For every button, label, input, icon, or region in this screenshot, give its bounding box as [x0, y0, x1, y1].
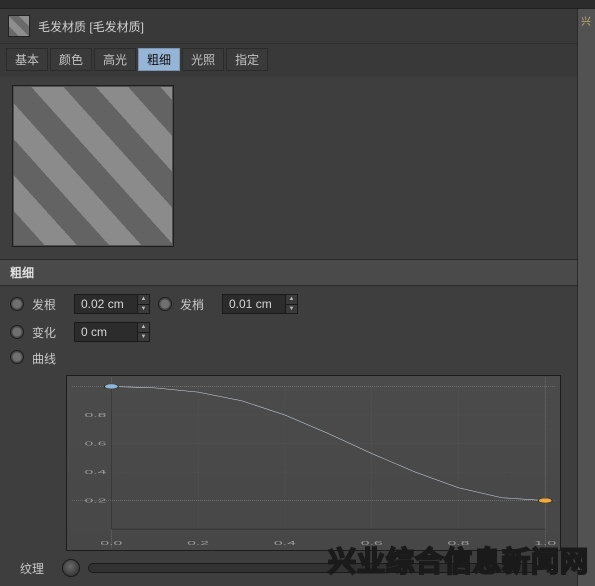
radio-variation[interactable] [10, 325, 24, 339]
window-top-bar [0, 0, 595, 9]
row-curve: 曲线 [10, 350, 567, 367]
section-title-thickness: 粗细 [0, 259, 577, 286]
svg-text:0.0: 0.0 [100, 540, 122, 547]
svg-text:0.8: 0.8 [447, 540, 469, 547]
texture-slot-icon[interactable] [62, 559, 80, 577]
radio-tip[interactable] [158, 297, 172, 311]
curve-editor[interactable]: 0.0 0.2 0.4 0.6 0.8 1.0 0.2 0.4 0.6 0.8 [66, 375, 561, 551]
tab-color[interactable]: 颜色 [50, 48, 92, 71]
input-root[interactable]: 0.02 cm ▲▼ [74, 294, 150, 314]
texture-dropdown-icon[interactable]: ▶ [545, 563, 557, 574]
svg-text:0.8: 0.8 [85, 412, 107, 419]
svg-text:0.4: 0.4 [274, 540, 296, 547]
right-dock-strip[interactable]: 兴 [577, 9, 595, 586]
svg-text:1.0: 1.0 [534, 540, 556, 547]
tab-specular[interactable]: 高光 [94, 48, 136, 71]
spinner-root[interactable]: ▲▼ [137, 295, 149, 313]
dock-tab[interactable]: 兴 [578, 9, 595, 32]
svg-text:0.2: 0.2 [187, 540, 209, 547]
preview-area [0, 77, 577, 259]
svg-text:0.6: 0.6 [361, 540, 383, 547]
input-tip[interactable]: 0.01 cm ▲▼ [222, 294, 298, 314]
tab-thickness[interactable]: 粗细 [138, 48, 180, 71]
label-root: 发根 [32, 296, 66, 313]
channel-tabs: 基本 颜色 高光 粗细 光照 指定 [0, 44, 577, 77]
spinner-up-icon: ▲ [138, 295, 149, 305]
spinner-down-icon: ▼ [286, 305, 297, 314]
label-tip: 发梢 [180, 296, 214, 313]
row-root-tip: 发根 0.02 cm ▲▼ 发梢 0.01 cm ▲▼ [10, 294, 567, 314]
radio-curve[interactable] [10, 350, 24, 364]
label-texture: 纹理 [20, 560, 54, 577]
label-variation: 变化 [32, 324, 66, 341]
svg-text:0.2: 0.2 [85, 497, 107, 504]
tab-lighting[interactable]: 光照 [182, 48, 224, 71]
material-editor: 毛发材质 [毛发材质] 基本 颜色 高光 粗细 光照 指定 粗细 发根 0.02… [0, 9, 577, 586]
svg-text:0.6: 0.6 [85, 440, 107, 447]
label-curve: 曲线 [32, 350, 66, 367]
spinner-tip[interactable]: ▲▼ [285, 295, 297, 313]
material-header: 毛发材质 [毛发材质] [0, 9, 577, 44]
spinner-up-icon: ▲ [286, 295, 297, 305]
spinner-down-icon: ▼ [138, 305, 149, 314]
input-variation[interactable]: 0 cm ▲▼ [74, 322, 150, 342]
thickness-params: 发根 0.02 cm ▲▼ 发梢 0.01 cm ▲▼ 变化 0 cm ▲▼ 曲… [0, 286, 577, 585]
material-swatch-icon[interactable] [8, 15, 30, 37]
row-variation: 变化 0 cm ▲▼ [10, 322, 567, 342]
spinner-variation[interactable]: ▲▼ [137, 323, 149, 341]
spinner-up-icon: ▲ [138, 323, 149, 333]
radio-root[interactable] [10, 297, 24, 311]
tab-assign[interactable]: 指定 [226, 48, 268, 71]
row-texture: 纹理 ▶ [10, 551, 567, 577]
svg-text:0.4: 0.4 [85, 469, 107, 476]
input-variation-value[interactable]: 0 cm [75, 323, 137, 341]
input-tip-value[interactable]: 0.01 cm [223, 295, 285, 313]
material-preview[interactable] [12, 85, 174, 247]
input-root-value[interactable]: 0.02 cm [75, 295, 137, 313]
top-icon [561, 0, 575, 8]
texture-bar[interactable] [88, 563, 537, 573]
curve-svg[interactable]: 0.0 0.2 0.4 0.6 0.8 1.0 0.2 0.4 0.6 0.8 [67, 376, 560, 550]
tab-basic[interactable]: 基本 [6, 48, 48, 71]
material-title: 毛发材质 [毛发材质] [38, 18, 144, 35]
spinner-down-icon: ▼ [138, 333, 149, 342]
